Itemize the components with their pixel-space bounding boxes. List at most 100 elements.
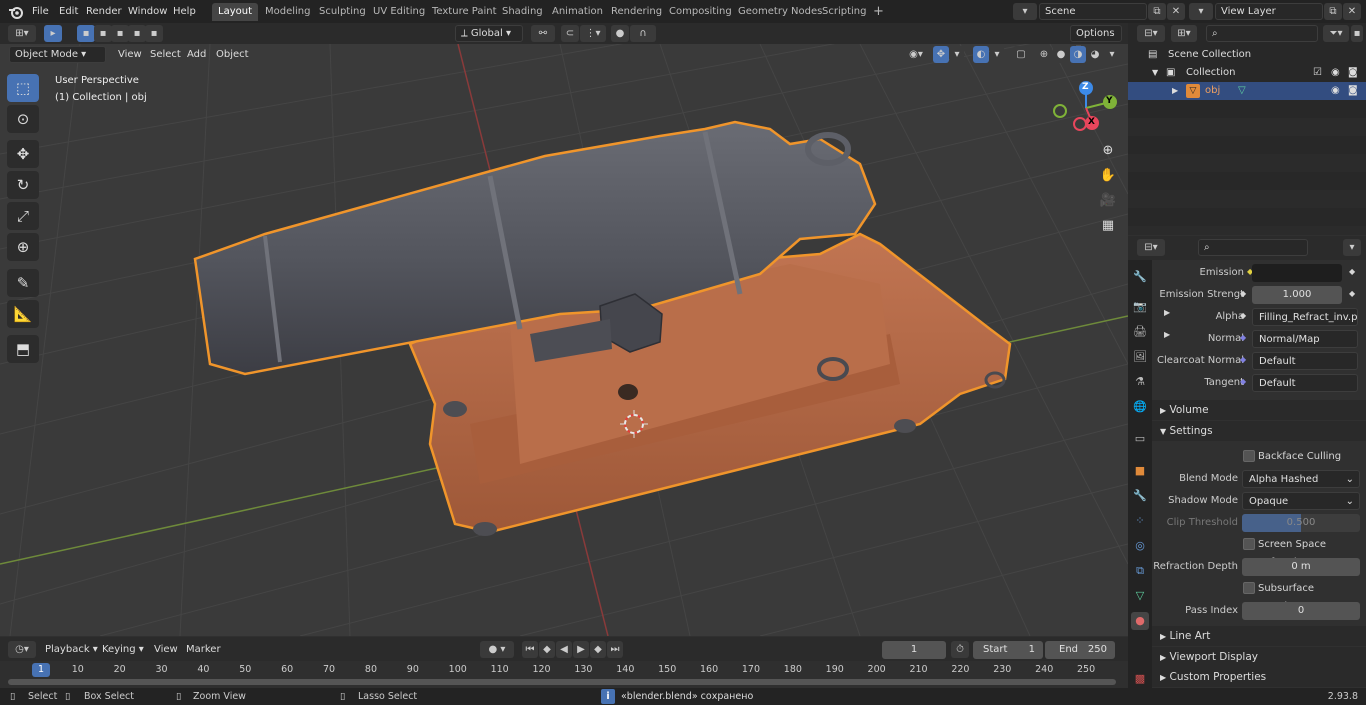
menu-file[interactable]: File [28,3,53,20]
collection-tab-icon[interactable]: ▭ [1131,430,1149,448]
tool-cursor[interactable]: ⊙ [7,105,39,133]
tool-add-cube[interactable]: ⬒ [7,335,39,363]
orientation-select[interactable]: ⟂ Global ▾ [455,25,523,42]
pass-index-field[interactable]: 0 [1242,602,1360,620]
material-tab-icon[interactable]: ● [1131,612,1149,630]
normal-map-field[interactable]: Normal/Map [1252,330,1358,348]
menu-window[interactable]: Window [124,3,171,20]
shadow-mode-select[interactable]: Opaque ⌄ [1242,492,1360,510]
end-frame-field[interactable]: End 250 [1045,641,1115,659]
tool-rotate[interactable]: ↻ [7,171,39,199]
outliner-display-mode-icon[interactable]: ⊞▾ [1171,25,1197,42]
playhead-frame[interactable]: 1 [32,663,50,677]
physics-tab-icon[interactable]: ◎ [1131,537,1149,555]
stopwatch-icon[interactable]: ⏱ [951,641,969,658]
alpha-texture-field[interactable]: Filling_Refract_inv.p... [1252,308,1358,326]
3d-viewport[interactable]: User Perspective (1) Collection | obj ⬚ … [0,44,1128,636]
tab-sculpting[interactable]: Sculpting [313,3,372,21]
custom-properties-panel-header[interactable]: ▶ Custom Properties [1152,667,1366,687]
gizmo-dropdown-icon[interactable]: ▾ [950,46,964,63]
jump-start-icon[interactable]: ⏮ [522,641,538,658]
blender-logo-icon[interactable] [8,4,24,20]
new-scene-icon[interactable]: ⧉ [1148,3,1166,20]
pan-hand-icon[interactable]: ✋ [1097,165,1119,187]
tab-texture-paint[interactable]: Texture Paint [426,3,503,21]
tab-scripting[interactable]: Scripting [816,3,872,21]
timeline-scrubber[interactable]: 1 10 20 30 40 50 60 70 80 90 100 110 120 130 140 150 16… [0,661,1128,688]
shading-wireframe-icon[interactable]: ⊕ [1036,46,1052,63]
backface-culling-checkbox[interactable] [1243,450,1255,462]
properties-options-icon[interactable]: ▾ [1343,239,1361,256]
tool-scale[interactable]: ⤢ [7,202,39,230]
viewport-menu-select[interactable]: Select [145,46,186,63]
shading-dropdown-icon[interactable]: ▾ [1104,46,1120,63]
constraints-tab-icon[interactable]: ⧉ [1131,562,1149,580]
tangent-field[interactable]: Default [1252,374,1358,392]
clip-threshold-slider[interactable]: 0.500 [1242,514,1360,532]
world-tab-icon[interactable]: 🌐 [1131,398,1149,416]
tree-row-collection[interactable]: ▼ ▣ Collection ☑ ◉ ◙ [1128,64,1366,82]
view-layer-field[interactable]: View Layer [1215,3,1323,20]
start-frame-field[interactable]: Start 1 [973,641,1043,659]
outliner-search-input[interactable]: ⌕ [1206,25,1318,42]
timeline-menu-playback[interactable]: Playback ▾ [40,641,103,658]
tab-uv-editing[interactable]: UV Editing [367,3,431,21]
viewport-menu-object[interactable]: Object [211,46,254,63]
shading-rendered-icon[interactable]: ◕ [1087,46,1103,63]
obj-eye-icon[interactable]: ◉ [1331,82,1340,100]
viewport-menu-add[interactable]: Add [182,46,211,63]
tree-row-scene-collection[interactable]: ▤ Scene Collection [1128,46,1366,64]
viewport-display-panel-header[interactable]: ▶ Viewport Display [1152,647,1366,667]
menu-help[interactable]: Help [169,3,200,20]
jump-keyframe-forward-icon[interactable]: ◆ [590,641,606,658]
refraction-depth-field[interactable]: 0 m [1242,558,1360,576]
mesh-data-tab-icon[interactable]: ▽ [1131,587,1149,605]
tab-animation[interactable]: Animation [546,3,609,21]
proportional-edit-icon[interactable]: ● [611,25,629,42]
overlays-dropdown-icon[interactable]: ▾ [990,46,1004,63]
falloff-icon[interactable]: ∩ [630,25,656,42]
output-tab-icon[interactable]: 🖨 [1131,323,1149,341]
tangent-socket-icon[interactable]: ◆ [1240,377,1246,386]
exclude-checkbox-icon[interactable]: ☑ [1313,64,1322,82]
mesh-data-icon[interactable]: ▽ [1238,82,1246,100]
clearcoat-normal-field[interactable]: Default [1252,352,1358,370]
emission-keyframe-icon[interactable]: ◆ [1349,267,1355,276]
filter-icon[interactable]: ⏷▾ [1323,25,1349,42]
tab-geometry-nodes[interactable]: Geometry Nodes [732,3,828,21]
pivot-icon[interactable]: ⚯ [531,25,555,42]
auto-keying-icon[interactable]: ● ▾ [480,641,514,658]
timeline-editor-type-icon[interactable]: ◷▾ [8,641,36,658]
delete-view-layer-icon[interactable]: ✕ [1343,3,1361,20]
new-view-layer-icon[interactable]: ⧉ [1324,3,1342,20]
timeline-menu-view[interactable]: View [149,641,183,658]
blend-mode-select[interactable]: Alpha Hashed ⌄ [1242,470,1360,488]
render-tab-icon[interactable]: 📷 [1131,298,1149,316]
outliner-new-collection-icon[interactable]: ▪ [1351,25,1363,42]
line-art-panel-header[interactable]: ▶ Line Art [1152,626,1366,646]
chevron-right-icon[interactable]: ▶ [1172,82,1178,100]
tool-annotate[interactable]: ✎ [7,269,39,297]
jump-end-icon[interactable]: ⏭ [607,641,623,658]
overlays-toggle-icon[interactable]: ◐ [973,46,989,63]
outliner-editor-type-icon[interactable]: ⊟▾ [1137,25,1165,42]
viewport-scene[interactable] [0,44,1128,636]
grid-view-icon[interactable]: ▦ [1097,215,1119,237]
properties-search-input[interactable]: ⌕ [1198,239,1308,256]
gizmo-toggle-icon[interactable]: ✥ [933,46,949,63]
view-layer-tab-icon[interactable]: 🖼 [1131,348,1149,366]
delete-scene-icon[interactable]: ✕ [1167,3,1185,20]
tool-move[interactable]: ✥ [7,140,39,168]
scene-field[interactable]: Scene [1039,3,1147,20]
snap-target-icon[interactable]: ⋮▾ [580,25,606,42]
obj-render-camera-icon[interactable]: ◙ [1348,82,1358,100]
tool-tab-icon[interactable]: 🔧 [1131,268,1149,286]
timeline-scrollbar[interactable] [8,679,1116,685]
normal-socket-icon[interactable]: ◆ [1240,333,1246,342]
shading-material-icon[interactable]: ◑ [1070,46,1086,63]
shading-solid-icon[interactable]: ● [1053,46,1069,63]
subsurface-translucency-checkbox[interactable] [1243,582,1255,594]
add-workspace-button[interactable]: + [867,3,890,21]
menu-edit[interactable]: Edit [55,3,82,20]
timeline-menu-keying[interactable]: Keying ▾ [97,641,149,658]
